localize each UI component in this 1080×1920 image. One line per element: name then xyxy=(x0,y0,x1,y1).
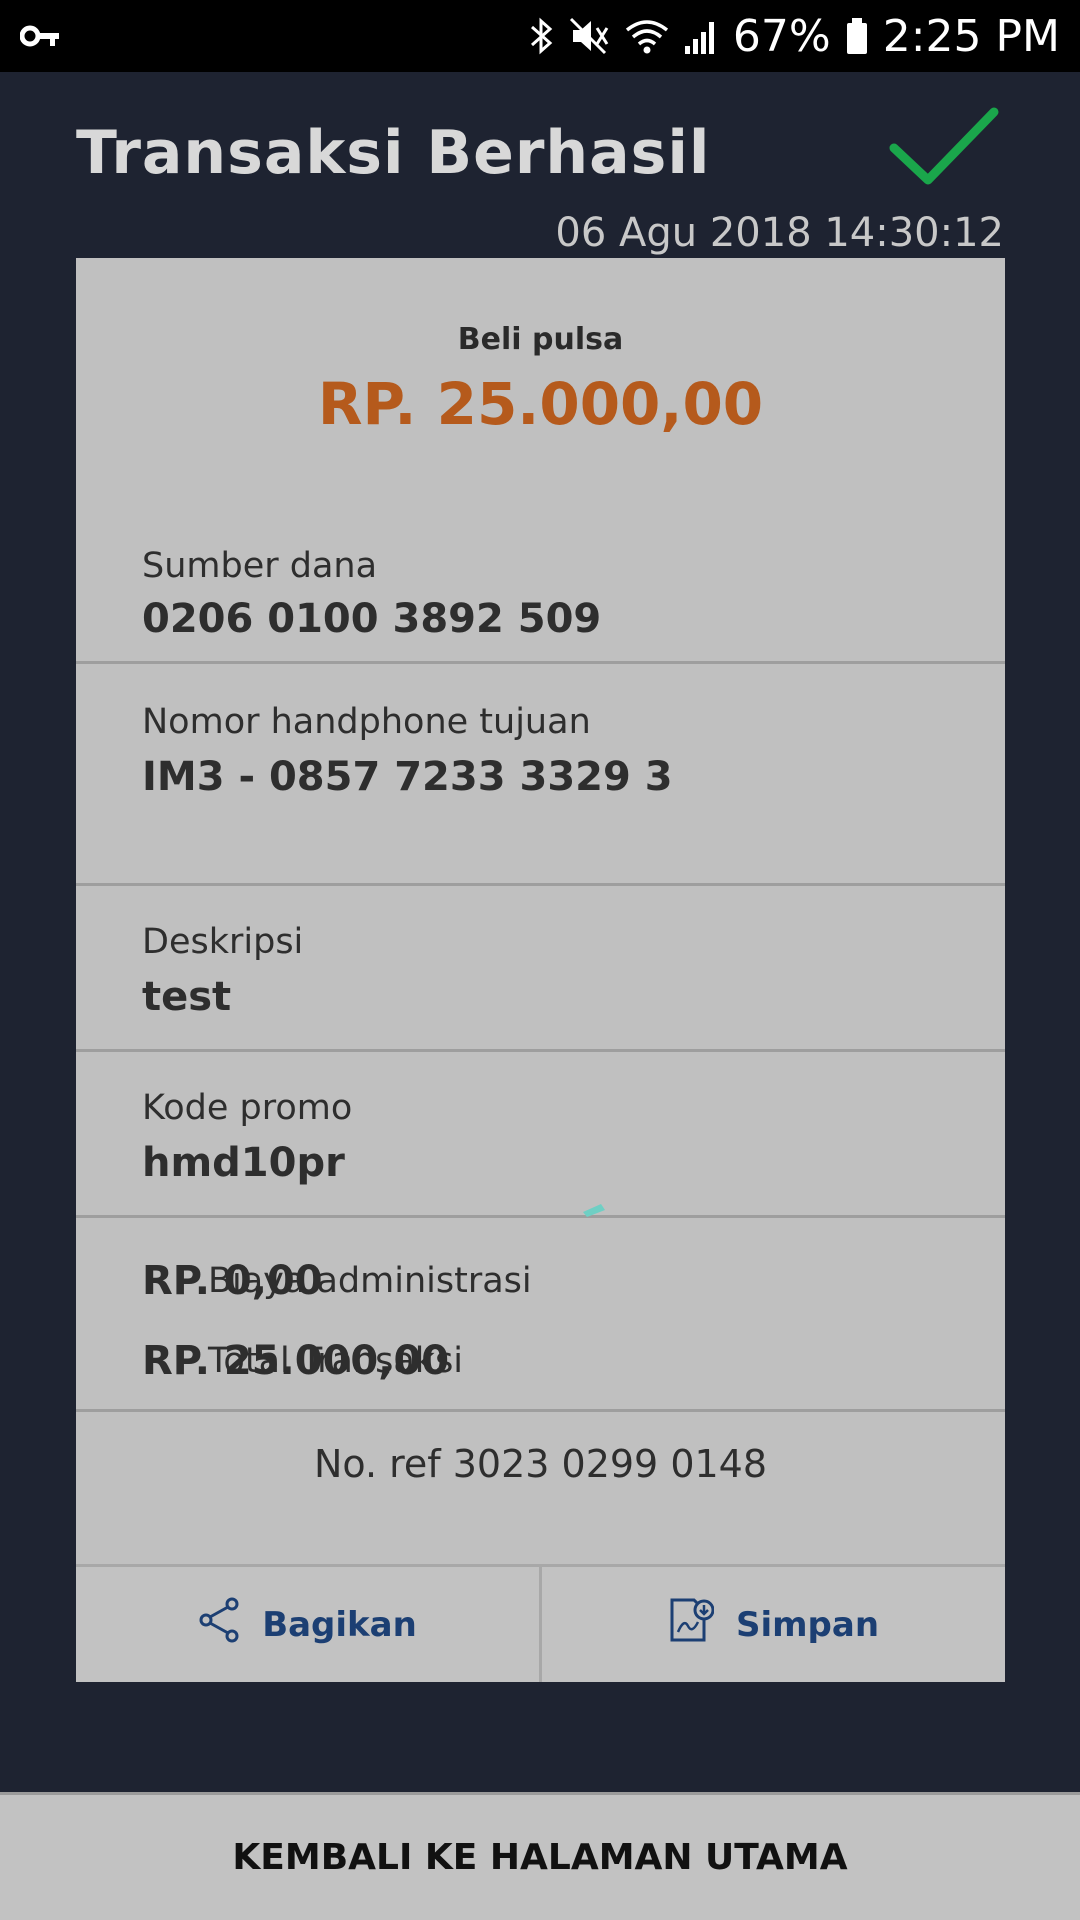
battery-percent: 67% xyxy=(732,10,831,62)
save-label: Simpan xyxy=(735,1604,880,1645)
row-label: Deskripsi xyxy=(142,922,304,962)
fee-row-total: Total Transaksi RP. 25.000,00 xyxy=(142,1338,941,1384)
receipt-card: Beli pulsa RP. 25.000,00 Sumber dana 020… xyxy=(76,258,1005,1682)
row-destination-phone: Nomor handphone tujuan IM3 - 0857 7233 3… xyxy=(76,664,1005,886)
save-button[interactable]: Simpan xyxy=(542,1567,1005,1682)
back-to-home-button[interactable]: KEMBALI KE HALAMAN UTAMA xyxy=(0,1792,1080,1920)
row-value: test xyxy=(142,974,232,1020)
row-label: Kode promo xyxy=(142,1088,353,1128)
product-summary: Beli pulsa RP. 25.000,00 xyxy=(76,258,1005,438)
clock: 2:25 PM xyxy=(882,10,1060,62)
key-icon xyxy=(20,23,62,49)
row-label: Nomor handphone tujuan xyxy=(142,702,591,742)
share-button[interactable]: Bagikan xyxy=(76,1567,542,1682)
fee-label: Total Transaksi xyxy=(208,1341,464,1381)
loading-spinner-icon xyxy=(581,1200,607,1222)
fees-section: Biaya administrasi RP. 0,00 Total Transa… xyxy=(76,1218,1005,1412)
product-amount: RP. 25.000,00 xyxy=(317,370,764,438)
row-promo-code: Kode promo hmd10pr xyxy=(76,1052,1005,1218)
signal-icon xyxy=(683,16,719,56)
share-icon xyxy=(198,1597,240,1652)
fee-row-admin: Biaya administrasi RP. 0,00 xyxy=(142,1258,941,1304)
bluetooth-icon xyxy=(529,16,555,56)
status-bar: 67% 2:25 PM xyxy=(0,0,1080,72)
checkmark-icon xyxy=(888,106,1000,192)
battery-icon xyxy=(845,16,869,56)
product-label: Beli pulsa xyxy=(457,322,624,357)
row-value: IM3 - 0857 7233 3329 3 xyxy=(142,754,673,800)
row-funding-source: Sumber dana 0206 0100 3892 509 xyxy=(76,488,1005,664)
page-title: Transaksi Berhasil xyxy=(76,118,711,188)
transaction-timestamp: 06 Agu 2018 14:30:12 xyxy=(555,210,1004,256)
fee-label: Biaya administrasi xyxy=(208,1261,532,1301)
row-value: 0206 0100 3892 509 xyxy=(142,596,602,642)
row-value: hmd10pr xyxy=(142,1140,345,1186)
wifi-icon xyxy=(625,16,669,56)
row-description: Deskripsi test xyxy=(76,886,1005,1052)
share-label: Bagikan xyxy=(262,1604,417,1645)
action-bar: Bagikan Simpan xyxy=(76,1564,1005,1682)
row-label: Sumber dana xyxy=(142,546,378,586)
mute-icon xyxy=(569,16,611,56)
reference-number: No. ref 3023 0299 0148 xyxy=(313,1442,768,1486)
save-pdf-icon xyxy=(668,1596,715,1653)
